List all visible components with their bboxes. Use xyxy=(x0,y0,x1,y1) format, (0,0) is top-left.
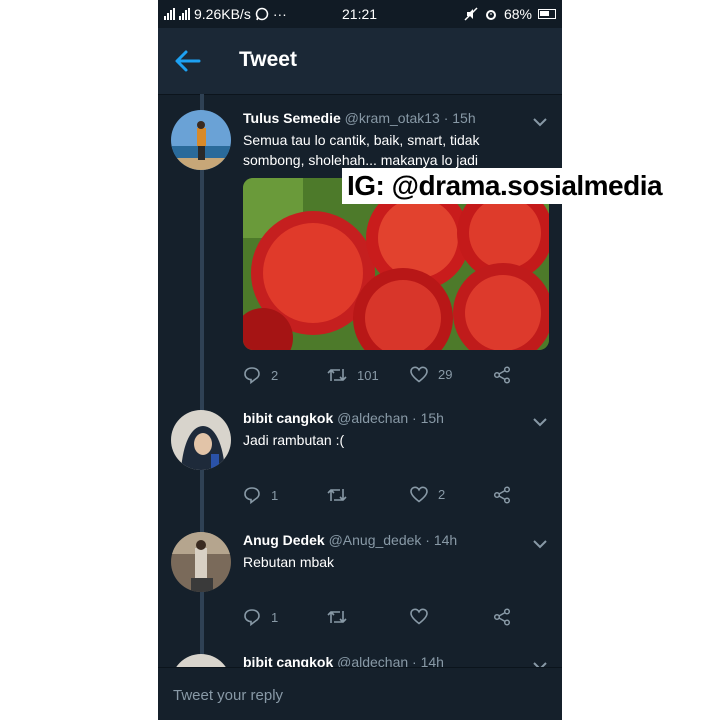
author-handle: @Anug_dedek · 14h xyxy=(328,532,458,548)
tweet-author[interactable]: bibit cangkok @aldechan · 15h xyxy=(243,410,444,426)
tweet-text-line: sombong, sholehah... makanya lo jadi xyxy=(243,152,479,168)
tweet-text: Semua tau lo cantik, baik, smart, tidak … xyxy=(243,130,523,170)
reply-button[interactable]: 1 xyxy=(243,486,278,504)
author-name[interactable]: Tulus Semedie xyxy=(243,110,341,126)
reply-icon xyxy=(244,487,260,504)
reply-count: 1 xyxy=(271,609,279,625)
overflow-dots: ··· xyxy=(272,6,287,22)
chevron-down-icon[interactable] xyxy=(532,116,548,128)
reply-icon xyxy=(244,609,260,626)
retweet-count: 101 xyxy=(357,367,379,383)
signal-icon xyxy=(164,8,175,20)
page-title: Tweet xyxy=(239,48,297,71)
like-count: 29 xyxy=(438,367,453,382)
retweet-button[interactable] xyxy=(327,486,357,504)
tweet-author[interactable]: Tulus Semedie @kram_otak13 · 15h xyxy=(243,110,476,126)
battery-icon xyxy=(538,9,556,19)
reply-button[interactable]: 2 xyxy=(243,366,278,384)
like-count: 2 xyxy=(438,487,446,502)
retweet-button[interactable]: 101 xyxy=(327,366,379,384)
phone-screen: 9.26KB/s ··· 21:21 68% Tweet Tulus Semed… xyxy=(158,0,562,720)
status-bar: 9.26KB/s ··· 21:21 68% xyxy=(158,0,562,28)
reply-icon xyxy=(244,367,260,384)
tweet-text-line: Semua tau lo cantik, baik, smart, tidak xyxy=(243,132,480,148)
mute-icon xyxy=(464,7,478,21)
retweet-icon xyxy=(327,489,347,501)
avatar[interactable] xyxy=(171,410,231,470)
avatar[interactable] xyxy=(171,532,231,592)
tweet-text: Jadi rambutan :( xyxy=(243,432,345,448)
like-button[interactable]: 2 xyxy=(410,486,445,503)
back-arrow-icon[interactable] xyxy=(174,48,202,74)
share-icon xyxy=(493,608,511,626)
like-button[interactable]: 29 xyxy=(410,366,452,383)
tweet-actions: 1 xyxy=(243,608,543,628)
network-speed: 9.26KB/s xyxy=(194,6,251,22)
tweet[interactable]: Anug Dedek @Anug_dedek · 14h Rebutan mba… xyxy=(158,516,562,638)
status-time: 21:21 xyxy=(342,6,378,22)
status-right: 68% xyxy=(464,6,556,22)
share-icon xyxy=(493,486,511,504)
like-button[interactable] xyxy=(410,608,438,625)
author-handle: @aldechan · 15h xyxy=(337,410,444,426)
battery-percent: 68% xyxy=(503,6,532,22)
author-name[interactable]: Anug Dedek xyxy=(243,532,325,548)
whatsapp-icon xyxy=(255,7,269,21)
retweet-icon xyxy=(327,369,347,381)
top-app-bar: Tweet xyxy=(158,28,562,95)
reply-count: 1 xyxy=(271,487,279,503)
tweet[interactable]: Tulus Semedie @kram_otak13 · 15h Semua t… xyxy=(158,94,562,394)
tweet-actions: 2 101 29 xyxy=(243,366,543,386)
alarm-icon xyxy=(485,10,496,20)
reply-input[interactable] xyxy=(171,686,545,705)
author-name[interactable]: bibit cangkok xyxy=(243,410,333,426)
reply-button[interactable]: 1 xyxy=(243,608,278,626)
like-icon xyxy=(410,366,428,383)
tweet-actions: 1 2 xyxy=(243,486,543,506)
author-handle: @kram_otak13 · 15h xyxy=(344,110,476,126)
share-button[interactable] xyxy=(493,486,511,504)
share-button[interactable] xyxy=(493,366,511,384)
reply-count: 2 xyxy=(271,367,279,383)
tweet-author[interactable]: Anug Dedek @Anug_dedek · 14h xyxy=(243,532,457,548)
like-icon xyxy=(410,608,428,625)
signal-icon xyxy=(179,8,190,20)
tweet[interactable]: bibit cangkok @aldechan · 15h Jadi rambu… xyxy=(158,394,562,516)
share-button[interactable] xyxy=(493,608,511,626)
tweet-text: Rebutan mbak xyxy=(243,554,335,570)
status-left: 9.26KB/s ··· xyxy=(164,6,287,22)
retweet-icon xyxy=(327,611,347,623)
watermark: IG: @drama.sosialmedia xyxy=(342,168,668,204)
chevron-down-icon[interactable] xyxy=(532,416,548,428)
retweet-button[interactable] xyxy=(327,608,357,626)
avatar[interactable] xyxy=(171,110,231,170)
like-icon xyxy=(410,486,428,503)
reply-bar xyxy=(158,667,562,720)
chevron-down-icon[interactable] xyxy=(532,538,548,550)
share-icon xyxy=(493,366,511,384)
